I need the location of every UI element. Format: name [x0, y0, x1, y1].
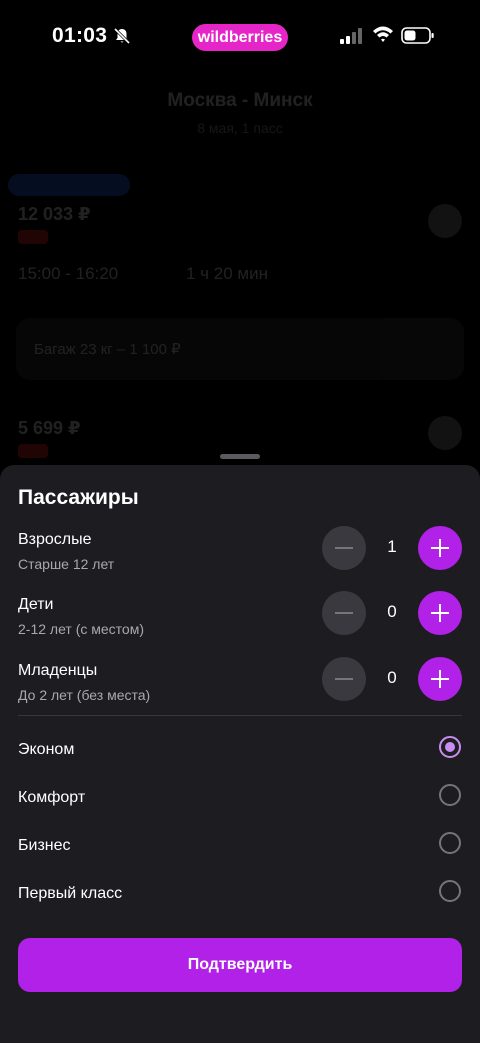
baggage-label: Багаж 23 кг – 1 100 ₽ [34, 341, 181, 358]
route-date: 8 мая, 1 пасс [197, 120, 283, 136]
passenger-row-children: Дети 2-12 лет (с местом) 0 [0, 591, 480, 652]
passenger-label: Взрослые [18, 531, 92, 548]
class-label: Бизнес [18, 837, 71, 854]
sheet-title: Пассажиры [18, 486, 139, 509]
confirm-button[interactable]: Подтвердить [18, 938, 462, 992]
passenger-label: Дети [18, 596, 54, 613]
passenger-row-adults: Взрослые Старше 12 лет 1 [0, 526, 480, 587]
wifi-icon [373, 26, 393, 42]
class-label: Первый класс [18, 885, 123, 902]
passenger-row-infants: Младенцы До 2 лет (без места) 0 [0, 657, 480, 718]
background-content: Москва - Минск 8 мая, 1 пасс 12 033 ₽ 15… [0, 74, 480, 464]
class-option-business[interactable]: Бизнес [0, 832, 480, 877]
brand-logo: wildberries [192, 24, 288, 51]
class-option-economy[interactable]: Эконом [0, 736, 480, 781]
class-option-first[interactable]: Первый класс [0, 880, 480, 925]
decrement-infants-button[interactable] [322, 657, 366, 701]
divider [18, 715, 462, 716]
flight-tag [8, 174, 130, 196]
radio-icon[interactable] [439, 880, 461, 902]
flight-price-2: 5 699 ₽ [18, 418, 81, 438]
discount-badge [18, 230, 48, 244]
airline-logo-icon-2 [428, 416, 462, 450]
class-option-comfort[interactable]: Комфорт [0, 784, 480, 829]
flight-duration: 1 ч 20 мин [186, 264, 268, 283]
status-time: 01:03 [52, 24, 108, 47]
children-count: 0 [387, 602, 397, 621]
flight-times: 15:00 - 16:20 [18, 264, 119, 283]
passenger-sublabel: 2-12 лет (с местом) [18, 621, 144, 637]
baggage-option: Багаж 23 кг – 1 100 ₽ [16, 318, 464, 380]
airline-logo-icon [428, 204, 462, 238]
radio-icon[interactable] [439, 784, 461, 806]
battery-icon [401, 27, 434, 44]
radio-selected-icon[interactable] [439, 736, 461, 758]
class-label: Комфорт [18, 789, 86, 806]
cellular-signal-icon [340, 28, 362, 44]
passenger-sublabel: До 2 лет (без места) [18, 687, 151, 703]
status-bar: 01:03 wildberries [0, 0, 480, 74]
radio-icon[interactable] [439, 832, 461, 854]
passengers-sheet: Пассажиры Взрослые Старше 12 лет 1 Дети … [0, 465, 480, 1043]
class-label: Эконом [18, 741, 75, 758]
infants-count: 0 [387, 668, 397, 687]
increment-children-button[interactable] [418, 591, 462, 635]
adults-count: 1 [387, 537, 397, 556]
passenger-label: Младенцы [18, 662, 98, 679]
sheet-grabber[interactable] [220, 454, 260, 459]
flight-price: 12 033 ₽ [18, 204, 91, 224]
route-title: Москва - Минск [167, 90, 313, 111]
increment-adults-button[interactable] [418, 526, 462, 570]
decrement-children-button[interactable] [322, 591, 366, 635]
increment-infants-button[interactable] [418, 657, 462, 701]
bell-muted-icon [113, 27, 131, 45]
passenger-sublabel: Старше 12 лет [18, 556, 115, 572]
discount-badge-2 [18, 444, 48, 458]
decrement-adults-button[interactable] [322, 526, 366, 570]
